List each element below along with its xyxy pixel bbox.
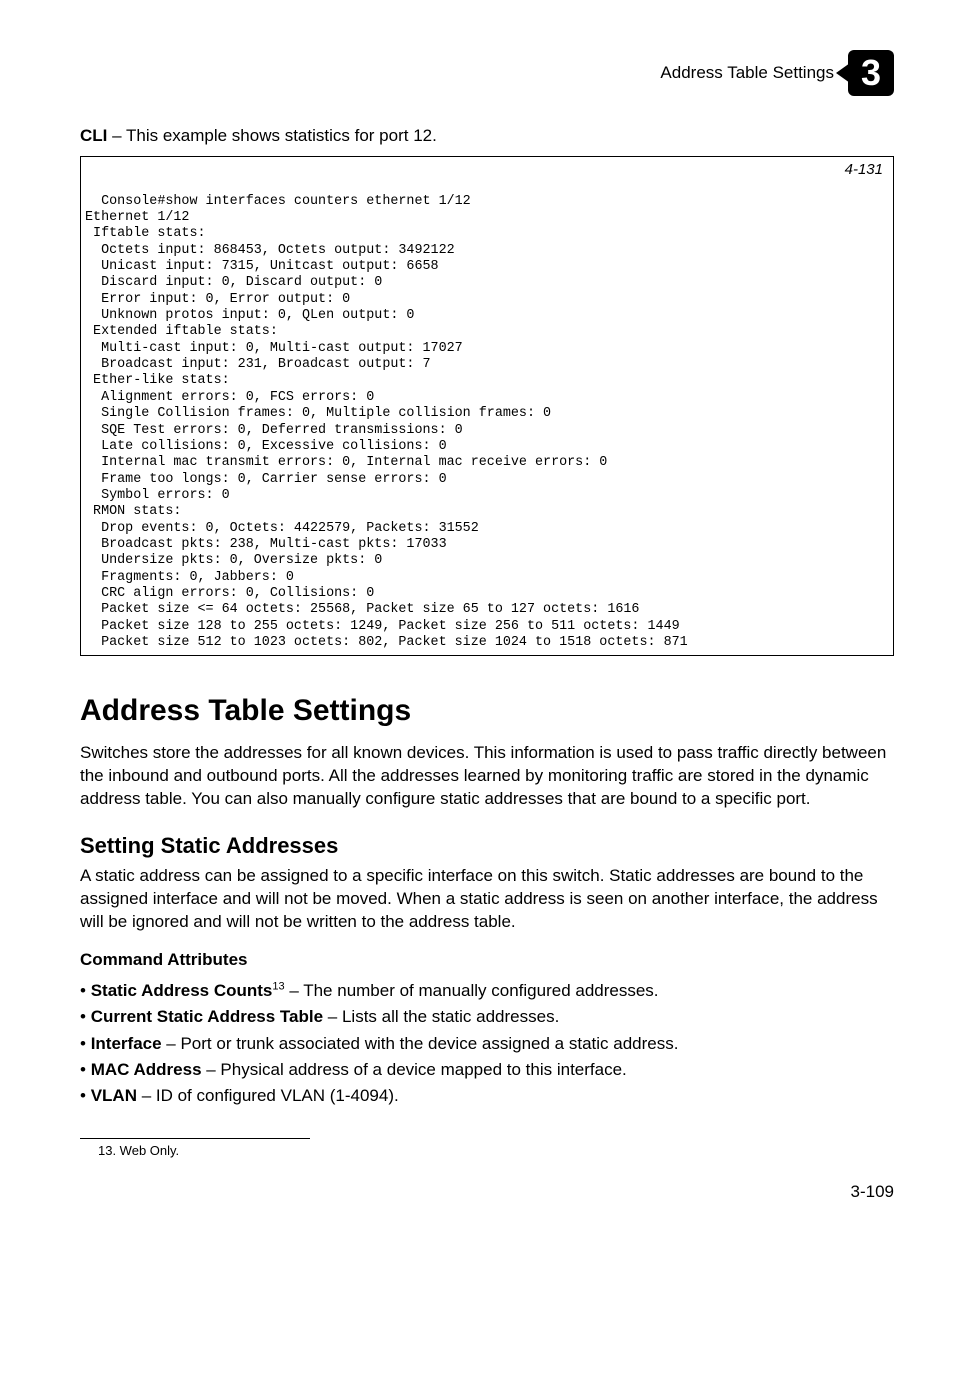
- code-page-ref: 4-131: [845, 161, 883, 179]
- list-item: Interface – Port or trunk associated wit…: [80, 1031, 894, 1057]
- code-content: Console#show interfaces counters etherne…: [85, 194, 688, 650]
- running-title: Address Table Settings: [660, 63, 834, 83]
- list-item: MAC Address – Physical address of a devi…: [80, 1057, 894, 1083]
- attr-desc: – Physical address of a device mapped to…: [202, 1060, 627, 1079]
- cli-label: CLI: [80, 126, 107, 145]
- attr-desc: – The number of manually configured addr…: [285, 981, 659, 1000]
- list-item: Static Address Counts13 – The number of …: [80, 978, 894, 1004]
- footnote-rule: [80, 1138, 310, 1139]
- attr-term: Current Static Address Table: [91, 1007, 323, 1026]
- section-body: Switches store the addresses for all kno…: [80, 742, 894, 811]
- attr-desc: – Port or trunk associated with the devi…: [162, 1034, 679, 1053]
- list-item: Current Static Address Table – Lists all…: [80, 1004, 894, 1030]
- section-heading: Address Table Settings: [80, 694, 894, 728]
- cli-intro: CLI – This example shows statistics for …: [80, 126, 894, 146]
- subsection-body: A static address can be assigned to a sp…: [80, 865, 894, 934]
- attributes-list: Static Address Counts13 – The number of …: [80, 978, 894, 1110]
- page-header: Address Table Settings 3: [80, 50, 894, 96]
- command-attributes-heading: Command Attributes: [80, 950, 894, 970]
- attr-desc: – ID of configured VLAN (1-4094).: [137, 1086, 399, 1105]
- cli-intro-text: – This example shows statistics for port…: [107, 126, 436, 145]
- footnote: 13. Web Only.: [98, 1143, 894, 1158]
- attr-sup: 13: [272, 980, 284, 992]
- list-item: VLAN – ID of configured VLAN (1-4094).: [80, 1083, 894, 1109]
- attr-term: MAC Address: [91, 1060, 202, 1079]
- attr-term: Static Address Counts: [91, 981, 273, 1000]
- attr-term: VLAN: [91, 1086, 137, 1105]
- attr-desc: – Lists all the static addresses.: [323, 1007, 559, 1026]
- subsection-heading: Setting Static Addresses: [80, 833, 894, 859]
- page-number: 3-109: [80, 1182, 894, 1202]
- code-block: 4-131 Console#show interfaces counters e…: [80, 156, 894, 656]
- chapter-badge-icon: 3: [848, 50, 894, 96]
- attr-term: Interface: [91, 1034, 162, 1053]
